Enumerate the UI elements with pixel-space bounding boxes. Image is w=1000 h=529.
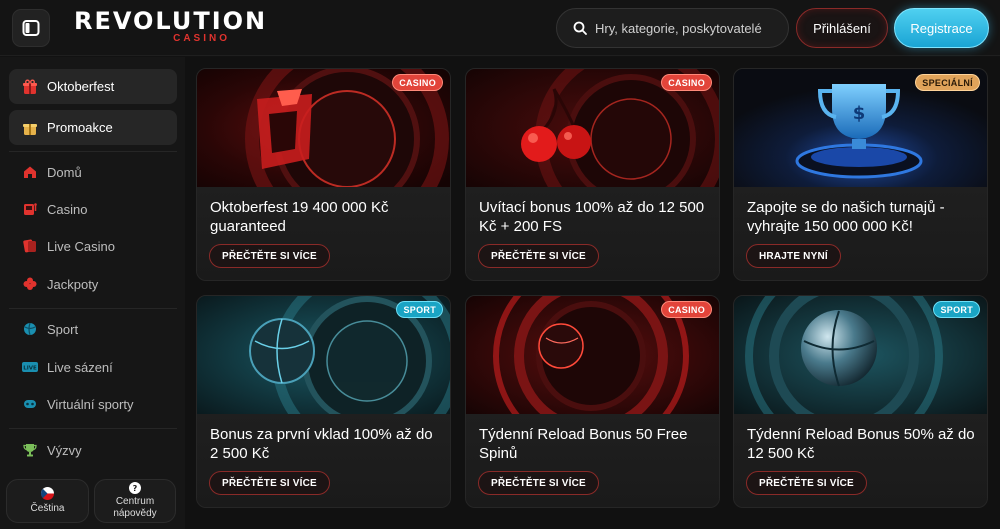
sidebar-item-vyzvy[interactable]: Výzvy [9, 433, 177, 467]
sidebar-item-jackpoty[interactable]: Jackpoty [9, 267, 177, 301]
sidebar-item-promoakce[interactable]: Promoakce [9, 110, 177, 145]
help-icon: ? [129, 482, 141, 494]
help-center-button[interactable]: ? Centrum nápovědy [94, 479, 176, 523]
sidebar-toggle-icon [22, 20, 40, 36]
category-badge: SPECIÁLNÍ [916, 75, 979, 90]
czech-flag-icon [41, 487, 54, 500]
promo-card[interactable]: CASINO Uvítací bonus 100% až do 12 500 K… [465, 68, 720, 281]
sidebar-item-label: Výzvy [47, 442, 82, 458]
search-box[interactable] [556, 8, 789, 48]
clover-icon [21, 275, 39, 293]
promo-card[interactable]: SPORT Bonus za první vklad 100% až do 2 … [196, 295, 451, 508]
search-icon [573, 21, 587, 35]
sidebar-item-label: Oktoberfest [47, 79, 115, 94]
category-badge: SPORT [934, 302, 979, 317]
sidebar-item-label: Sport [47, 321, 79, 337]
read-more-button[interactable]: PŘEČTĚTE SI VÍCE [209, 471, 330, 495]
category-badge: CASINO [662, 75, 711, 90]
gift-icon [21, 119, 39, 137]
promo-title: Bonus za první vklad 100% až do 2 500 Kč [210, 426, 433, 462]
svg-text:?: ? [133, 484, 138, 493]
promotions-grid: CASINO Oktoberfest 19 400 000 Kč guarant… [185, 57, 1000, 529]
promo-card[interactable]: SPORT Týdenní Reload Bonus 50% až do 12 … [733, 295, 988, 508]
sidebar-divider [9, 151, 177, 152]
sidebar-item-oktoberfest[interactable]: Oktoberfest [9, 69, 177, 104]
sidebar-divider [9, 428, 177, 429]
promo-title: Týdenní Reload Bonus 50 Free Spinů [479, 426, 688, 462]
gift-box-red-icon [21, 78, 39, 96]
category-badge: CASINO [393, 75, 442, 90]
logo[interactable]: REVOLUTION CASINO [74, 7, 268, 48]
help-label-line2: nápovědy [113, 508, 157, 519]
top-bar: REVOLUTION CASINO Přihlášení Registrace [0, 0, 1000, 56]
sidebar-item-casino[interactable]: Casino [9, 192, 177, 226]
category-badge: CASINO [662, 302, 711, 317]
promo-card[interactable]: $ SPECIÁLNÍ Zapojte se do našich turnajů… [733, 68, 988, 281]
virtual-sports-icon [21, 395, 39, 413]
live-icon: LIVE [21, 358, 39, 376]
category-badge: SPORT [397, 302, 442, 317]
logo-text: REVOLUTION [74, 7, 268, 35]
trophy-icon [21, 441, 39, 459]
logo-subtext: CASINO [173, 33, 230, 44]
promo-title: Oktoberfest 19 400 000 Kč guaranteed [210, 199, 389, 235]
login-button[interactable]: Přihlášení [796, 8, 888, 48]
sidebar-item-label: Virtuální sporty [47, 396, 134, 412]
read-more-button[interactable]: PŘEČTĚTE SI VÍCE [209, 244, 330, 268]
sidebar-divider [9, 308, 177, 309]
read-more-button[interactable]: PŘEČTĚTE SI VÍCE [478, 244, 599, 268]
ball-icon [21, 320, 39, 338]
sidebar-item-label: Live sázení [47, 359, 113, 375]
sidebar-item-virtualni-sporty[interactable]: Virtuální sporty [9, 387, 177, 421]
sidebar-item-domu[interactable]: Domů [9, 155, 177, 189]
promo-title: Zapojte se do našich turnajů - vyhrajte … [747, 199, 945, 235]
svg-text:LIVE: LIVE [23, 366, 37, 372]
home-icon [21, 163, 39, 181]
sidebar-item-label: Domů [47, 164, 82, 180]
promo-title: Týdenní Reload Bonus 50% až do 12 500 Kč [747, 426, 975, 462]
svg-text:$: $ [853, 103, 866, 124]
sidebar: Oktoberfest Promoakce Domů Casino Live C… [0, 57, 185, 529]
sidebar-item-label: Casino [47, 201, 88, 217]
sidebar-item-live-sazeni[interactable]: LIVE Live sázení [9, 350, 177, 384]
register-button[interactable]: Registrace [894, 8, 989, 48]
search-input[interactable] [595, 20, 785, 36]
sidebar-item-live-casino[interactable]: Live Casino [9, 229, 177, 263]
slot-machine-icon [21, 200, 39, 218]
promo-title: Uvítací bonus 100% až do 12 500 Kč + 200… [479, 199, 705, 235]
promo-card[interactable]: CASINO Týdenní Reload Bonus 50 Free Spin… [465, 295, 720, 508]
sidebar-toggle-button[interactable] [12, 9, 50, 47]
dealer-icon [21, 237, 39, 255]
sidebar-item-label: Jackpoty [47, 276, 99, 292]
language-label: Čeština [30, 503, 65, 514]
promo-card[interactable]: CASINO Oktoberfest 19 400 000 Kč guarant… [196, 68, 451, 281]
read-more-button[interactable]: PŘEČTĚTE SI VÍCE [478, 471, 599, 495]
sidebar-item-sport[interactable]: Sport [9, 312, 177, 346]
play-now-button[interactable]: HRAJTE NYNÍ [746, 244, 841, 268]
help-label-line1: Centrum [115, 496, 155, 507]
sidebar-item-label: Promoakce [47, 120, 113, 135]
read-more-button[interactable]: PŘEČTĚTE SI VÍCE [746, 471, 867, 495]
sidebar-item-label: Live Casino [47, 238, 115, 254]
language-selector[interactable]: Čeština [6, 479, 89, 523]
